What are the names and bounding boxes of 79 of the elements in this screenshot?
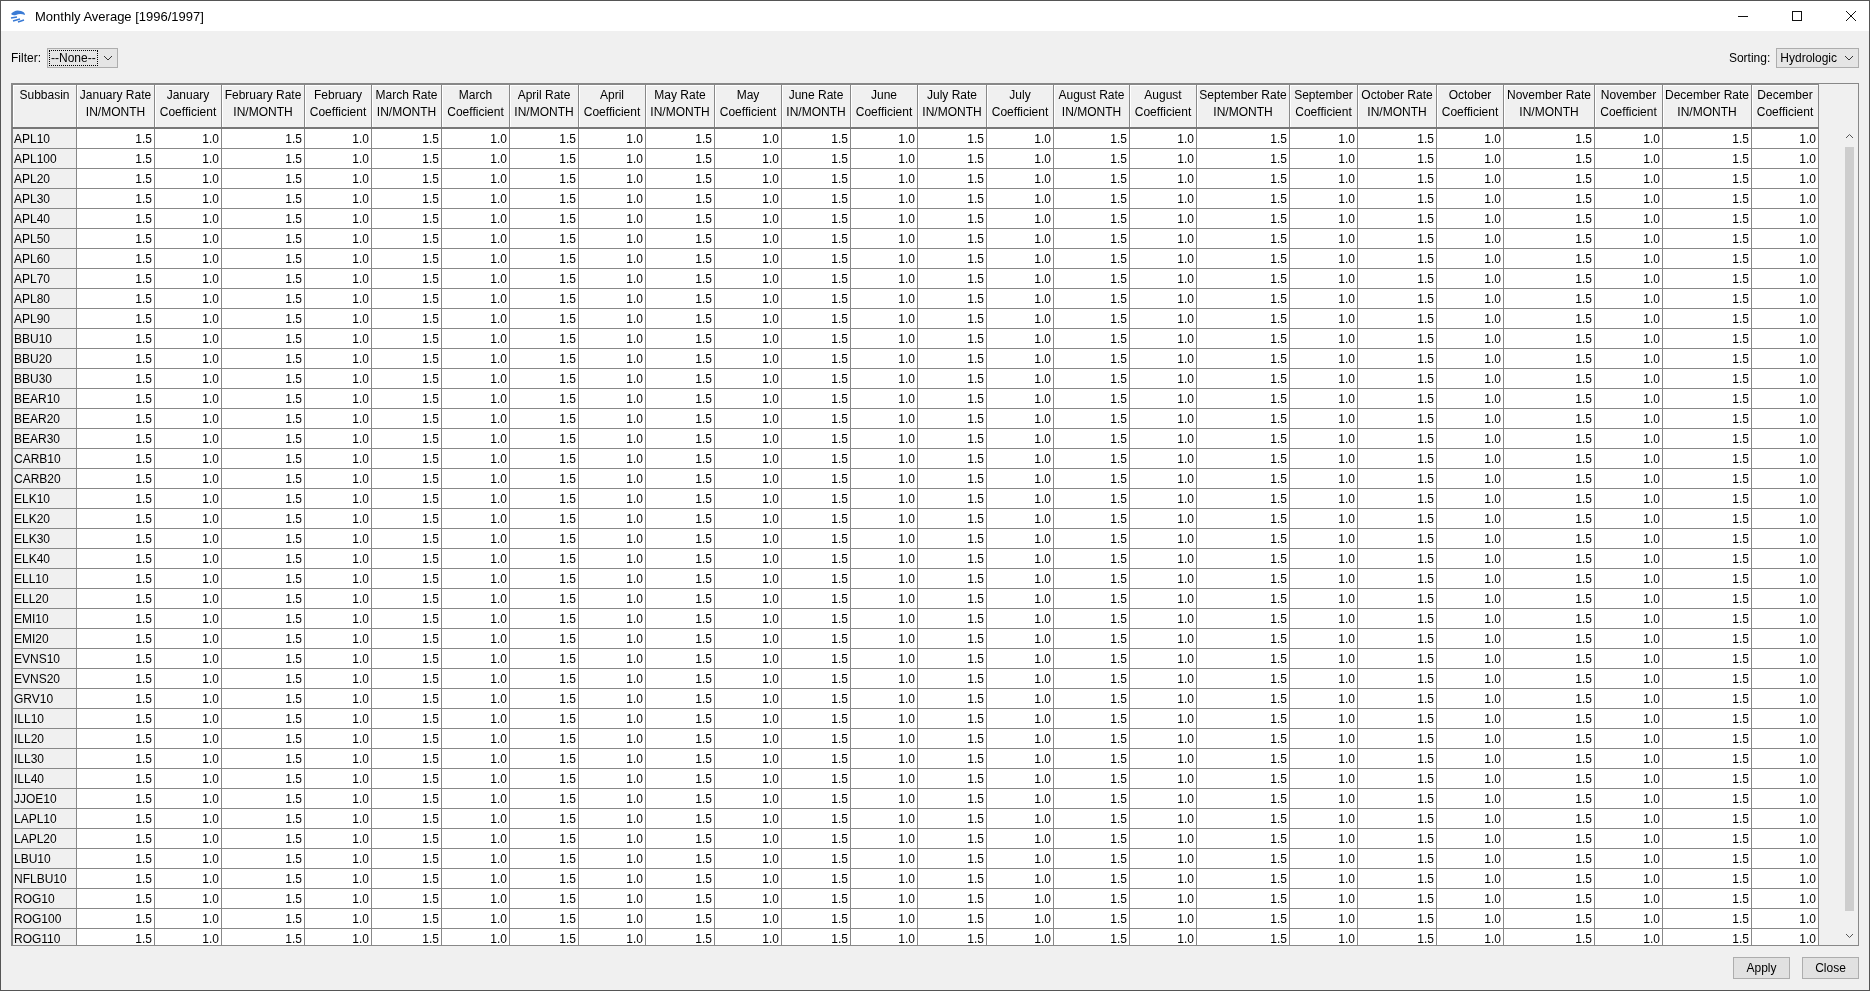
row-header: APL40	[12, 208, 77, 229]
row-header: BEAR10	[12, 388, 77, 409]
row-header: ILL10	[12, 708, 77, 729]
column-header[interactable]: Subbasin	[12, 84, 77, 128]
column-header[interactable]: September Rate IN/MONTH	[1196, 84, 1290, 128]
row-header: APL70	[12, 268, 77, 289]
row-header: APL80	[12, 288, 77, 309]
row-header: ILL40	[12, 768, 77, 789]
filter-dropdown[interactable]: --None--	[47, 48, 118, 68]
row-header: JJOE10	[12, 788, 77, 809]
row-header: EMI20	[12, 628, 77, 649]
filter-label: Filter:	[11, 51, 41, 65]
column-header[interactable]: May Rate IN/MONTH	[645, 84, 715, 128]
column-header[interactable]: February Rate IN/MONTH	[221, 84, 305, 128]
column-header[interactable]: July Rate IN/MONTH	[917, 84, 987, 128]
row-header: ROG10	[12, 888, 77, 909]
scroll-down-icon[interactable]	[1845, 933, 1854, 939]
sorting-label: Sorting:	[1728, 51, 1771, 65]
chevron-down-icon	[102, 55, 113, 61]
row-header: BEAR20	[12, 408, 77, 429]
row-header: APL30	[12, 188, 77, 209]
row-header: NFLBU10	[12, 868, 77, 889]
row-header: CARB20	[12, 468, 77, 489]
row-header: BBU20	[12, 348, 77, 369]
column-header[interactable]: May Coefficient	[714, 84, 782, 128]
column-header[interactable]: March Coefficient	[441, 84, 510, 128]
app-icon	[9, 8, 27, 24]
row-header: ELL10	[12, 568, 77, 589]
row-header: ELK30	[12, 528, 77, 549]
row-header: CARB10	[12, 448, 77, 469]
row-header: ROG100	[12, 908, 77, 929]
column-header[interactable]: November Coefficient	[1594, 84, 1663, 128]
column-header[interactable]: October Coefficient	[1436, 84, 1504, 128]
row-header: ILL30	[12, 748, 77, 769]
column-header[interactable]: January Coefficient	[154, 84, 222, 128]
column-header[interactable]: December Coefficient	[1751, 84, 1819, 128]
row-header: APL10	[12, 128, 77, 149]
column-header[interactable]: April Rate IN/MONTH	[509, 84, 579, 128]
column-header[interactable]: March Rate IN/MONTH	[371, 84, 442, 128]
column-header[interactable]: August Rate IN/MONTH	[1053, 84, 1130, 128]
column-header[interactable]: June Coefficient	[850, 84, 918, 128]
column-header[interactable]: August Coefficient	[1129, 84, 1197, 128]
column-header[interactable]: January Rate IN/MONTH	[76, 84, 155, 128]
row-header: ELL20	[12, 588, 77, 609]
row-header: EMI10	[12, 608, 77, 629]
row-header: APL90	[12, 308, 77, 329]
maximize-icon[interactable]	[1791, 10, 1803, 22]
row-header: ELK20	[12, 508, 77, 529]
column-header[interactable]: December Rate IN/MONTH	[1662, 84, 1752, 128]
row-header: LAPL10	[12, 808, 77, 829]
close-button[interactable]: Close	[1802, 957, 1859, 979]
column-header[interactable]: June Rate IN/MONTH	[781, 84, 851, 128]
row-header: EVNS20	[12, 668, 77, 689]
row-header: ELK10	[12, 488, 77, 509]
row-header: APL50	[12, 228, 77, 249]
row-header: LBU10	[12, 848, 77, 869]
row-header: GRV10	[12, 688, 77, 709]
row-header: BEAR30	[12, 428, 77, 449]
sorting-dropdown[interactable]: Hydrologic	[1776, 48, 1859, 68]
column-header[interactable]: September Coefficient	[1289, 84, 1358, 128]
column-header[interactable]: November Rate IN/MONTH	[1503, 84, 1595, 128]
chevron-down-icon	[1844, 55, 1854, 61]
column-header[interactable]: July Coefficient	[986, 84, 1054, 128]
row-header: LAPL20	[12, 828, 77, 849]
row-header: APL100	[12, 148, 77, 169]
row-header: APL60	[12, 248, 77, 269]
row-header: ILL20	[12, 728, 77, 749]
scroll-up-icon[interactable]	[1845, 133, 1854, 139]
column-header[interactable]: April Coefficient	[578, 84, 646, 128]
row-header: APL20	[12, 168, 77, 189]
row-header: EVNS10	[12, 648, 77, 669]
column-header[interactable]: October Rate IN/MONTH	[1357, 84, 1437, 128]
window-title: Monthly Average [1996/1997]	[35, 8, 204, 24]
row-header: ELK40	[12, 548, 77, 569]
row-header: BBU30	[12, 368, 77, 389]
close-icon[interactable]	[1845, 10, 1857, 22]
apply-button[interactable]: Apply	[1733, 957, 1790, 979]
column-header[interactable]: February Coefficient	[304, 84, 372, 128]
row-header: BBU10	[12, 328, 77, 349]
